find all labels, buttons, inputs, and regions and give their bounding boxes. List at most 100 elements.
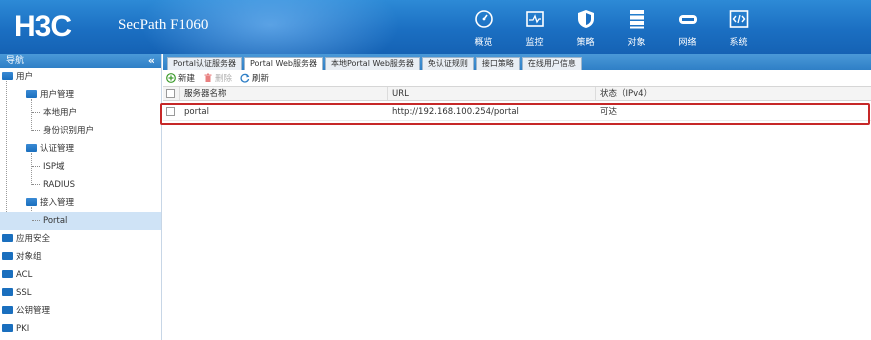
folder-icon: [2, 287, 13, 296]
sidebar-item-label: ISP域: [43, 162, 65, 172]
sidebar-item-ssl[interactable]: SSL: [0, 284, 161, 302]
column-header-server-name[interactable]: 服务器名称: [180, 87, 388, 100]
refresh-button-label: 刷新: [252, 74, 270, 84]
sidebar-title: 导航: [6, 56, 25, 66]
refresh-icon: [240, 73, 250, 83]
nav-overview-label: 概览: [474, 38, 493, 48]
new-button-label: 新建: [178, 74, 196, 84]
delete-button-label: 删除: [215, 74, 233, 84]
sidebar-item-identity-user[interactable]: 身份识别用户: [0, 122, 161, 140]
row-select-cell: [163, 103, 180, 120]
top-header: H3C SecPath F1060 概览 监控 策略 对象 网络 系统: [0, 0, 871, 54]
sidebar-item-portal[interactable]: Portal: [0, 212, 161, 230]
sidebar-item-label: 对象组: [16, 252, 42, 262]
tab-bar: Portal认证服务器 Portal Web服务器 本地Portal Web服务…: [163, 54, 871, 70]
add-icon: [166, 73, 176, 83]
folder-open-icon: [26, 143, 37, 152]
tab-free-auth-rules[interactable]: 免认证规则: [421, 57, 474, 70]
tab-interface-policy[interactable]: 接口策略: [475, 57, 520, 70]
cell-server-name: portal: [184, 107, 209, 117]
nav-monitor-label: 监控: [525, 38, 544, 48]
sidebar-item-local-user[interactable]: 本地用户: [0, 104, 161, 122]
nav-network[interactable]: 网络: [662, 6, 713, 50]
table-header: 服务器名称 URL 状态（IPv4）: [163, 86, 871, 101]
sidebar-item-isp-domain[interactable]: ISP域: [0, 158, 161, 176]
main-content: Portal认证服务器 Portal Web服务器 本地Portal Web服务…: [160, 54, 871, 340]
select-all-checkbox[interactable]: [166, 89, 175, 98]
folder-icon: [2, 305, 13, 314]
tree-connector: [32, 112, 40, 113]
sidebar-item-label: PKI: [16, 324, 30, 334]
sidebar-item-access-management[interactable]: 接入管理: [0, 194, 161, 212]
nav-system[interactable]: 系统: [713, 6, 764, 50]
cell-status: 可达: [600, 107, 618, 117]
tree-connector: [32, 184, 40, 185]
folder-open-icon: [26, 197, 37, 206]
sidebar-item-label: 身份识别用户: [43, 126, 95, 136]
sidebar-item-label: 应用安全: [16, 234, 51, 244]
tab-local-portal-web-server[interactable]: 本地Portal Web服务器: [324, 57, 420, 70]
sidebar-item-app-security[interactable]: 应用安全: [0, 230, 161, 248]
sidebar-item-label: 公钥管理: [16, 306, 51, 316]
nav-monitor[interactable]: 监控: [509, 6, 560, 50]
nav-policy-label: 策略: [576, 38, 595, 48]
sidebar-item-user[interactable]: 用户: [0, 68, 161, 86]
tab-portal-auth-server[interactable]: Portal认证服务器: [167, 57, 242, 70]
tree-connector: [32, 220, 40, 221]
sidebar-item-auth-management[interactable]: 认证管理: [0, 140, 161, 158]
folder-icon: [2, 233, 13, 242]
sidebar: 导航 « 用户 用户管理 本地用户 身份识别用户 认证管理 ISP域 RADIU…: [0, 54, 162, 340]
tree-connector: [32, 166, 40, 167]
tree-connector: [32, 130, 40, 131]
table-row[interactable]: portal http://192.168.100.254/portal 可达: [163, 103, 871, 121]
cell-url: http://192.168.100.254/portal: [392, 107, 519, 117]
nav-system-label: 系统: [729, 38, 748, 48]
monitor-icon: [525, 9, 545, 29]
nav-network-label: 网络: [678, 38, 697, 48]
nav-policy[interactable]: 策略: [560, 6, 611, 50]
folder-open-icon: [26, 89, 37, 98]
sidebar-item-object-group[interactable]: 对象组: [0, 248, 161, 266]
nav-object[interactable]: 对象: [611, 6, 662, 50]
new-button[interactable]: 新建: [166, 72, 195, 84]
sidebar-item-label: 用户管理: [40, 90, 75, 100]
trash-icon: [203, 73, 213, 83]
toolbar: 新建 删除 刷新: [163, 70, 871, 86]
sidebar-item-public-key[interactable]: 公钥管理: [0, 302, 161, 320]
column-header-status[interactable]: 状态（IPv4）: [596, 87, 871, 100]
tab-online-users[interactable]: 在线用户信息: [521, 57, 582, 70]
sidebar-item-label: ACL: [16, 270, 33, 280]
tab-portal-web-server[interactable]: Portal Web服务器: [243, 57, 323, 70]
sidebar-item-pki[interactable]: PKI: [0, 320, 161, 338]
column-header-url[interactable]: URL: [388, 87, 596, 100]
folder-open-icon: [2, 71, 13, 80]
product-name: SecPath F1060: [118, 17, 209, 33]
navigation-tree: 用户 用户管理 本地用户 身份识别用户 认证管理 ISP域 RADIUS 接入管…: [0, 68, 161, 338]
nav-overview[interactable]: 概览: [458, 6, 509, 50]
delete-button[interactable]: 删除: [203, 72, 232, 84]
collapse-sidebar-button[interactable]: «: [148, 54, 155, 68]
shield-icon: [576, 9, 596, 29]
select-all-cell: [163, 87, 180, 100]
top-navigation: 概览 监控 策略 对象 网络 系统: [458, 6, 764, 50]
sidebar-item-radius[interactable]: RADIUS: [0, 176, 161, 194]
sidebar-item-label: Portal: [43, 216, 68, 226]
folder-icon: [2, 323, 13, 332]
brand-logo-text: H3C: [14, 10, 72, 43]
refresh-button[interactable]: 刷新: [240, 72, 269, 84]
folder-icon: [2, 251, 13, 260]
sidebar-item-label: 本地用户: [43, 108, 78, 118]
object-list-icon: [627, 9, 647, 29]
sidebar-item-label: SSL: [16, 288, 32, 298]
sidebar-item-user-management[interactable]: 用户管理: [0, 86, 161, 104]
sidebar-item-label: 用户: [16, 72, 34, 82]
sidebar-item-label: 认证管理: [40, 144, 75, 154]
sidebar-header: 导航 «: [0, 54, 161, 68]
server-table: 服务器名称 URL 状态（IPv4） portal http://192.168…: [160, 86, 871, 125]
sidebar-item-label: RADIUS: [43, 180, 76, 190]
sidebar-item-acl[interactable]: ACL: [0, 266, 161, 284]
row-checkbox[interactable]: [166, 107, 175, 116]
dashboard-icon: [474, 9, 494, 29]
network-icon: [678, 9, 698, 29]
sidebar-item-label: 接入管理: [40, 198, 75, 208]
